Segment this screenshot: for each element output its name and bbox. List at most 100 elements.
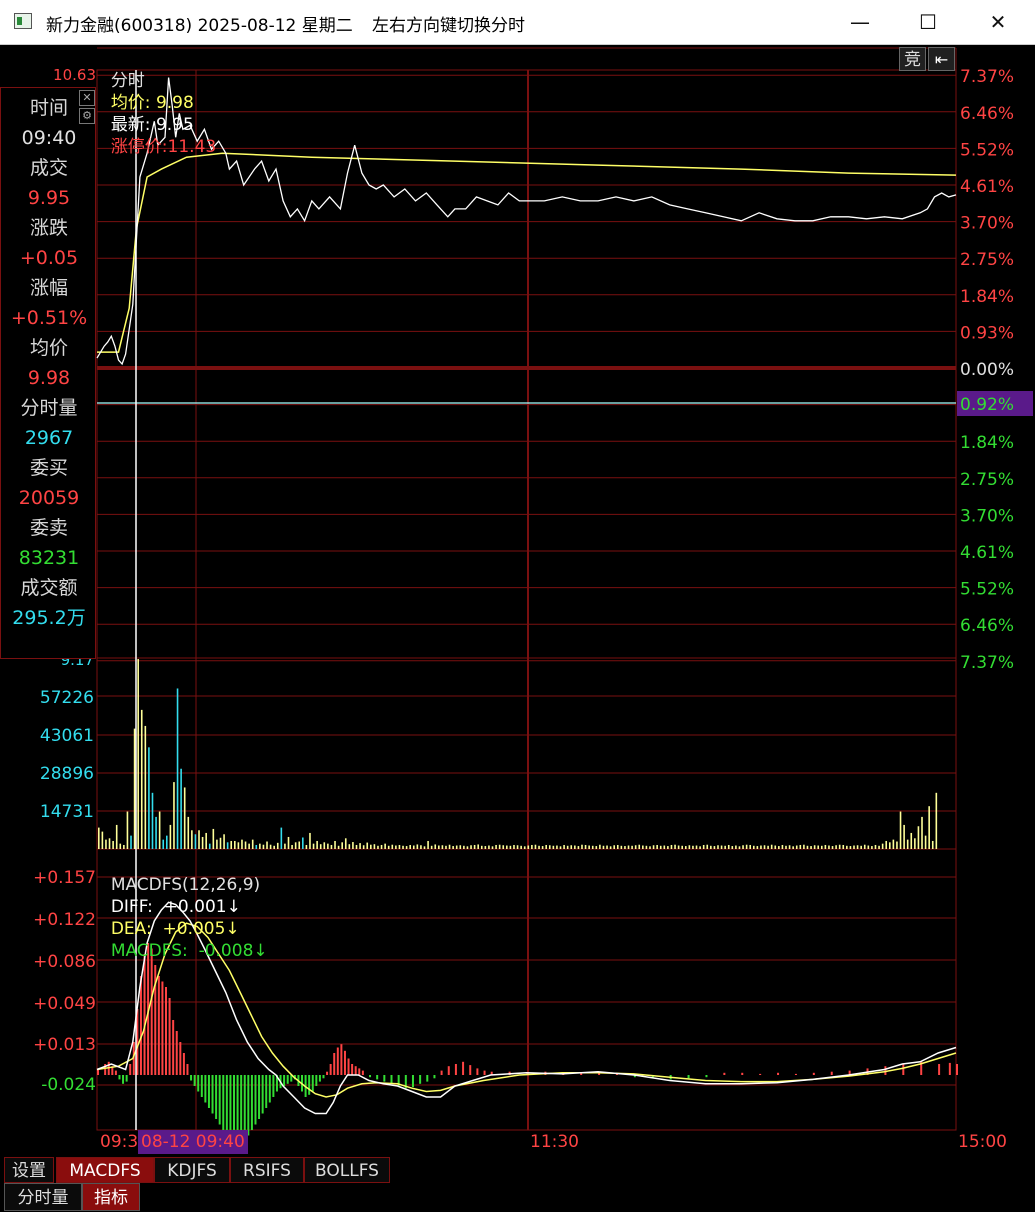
macd-hist-bar — [190, 1075, 193, 1081]
volume-bar — [720, 845, 723, 849]
macd-hist-bar — [705, 1075, 708, 1078]
volume-bar — [448, 844, 451, 849]
volume-bar — [717, 845, 719, 849]
info-value: 2967 — [24, 427, 74, 449]
price-pct-label: 0.93% — [960, 323, 1014, 343]
tab-bollfs[interactable]: BOLLFS — [304, 1157, 390, 1183]
macd-hist-bar — [329, 1064, 332, 1075]
volume-bar — [370, 844, 372, 849]
macd-hist-bar — [343, 1050, 346, 1075]
volume-bar — [659, 845, 662, 849]
info-value: 9.98 — [27, 367, 71, 389]
volume-bar — [735, 845, 737, 849]
minimize-button[interactable]: — — [830, 4, 890, 40]
volume-bar — [262, 844, 265, 849]
macd-hist-bar — [114, 1070, 117, 1075]
volume-bar — [742, 845, 744, 849]
macd-hist-bar — [168, 998, 171, 1075]
volume-bar — [273, 845, 275, 849]
tab-indicator[interactable]: 指标 — [82, 1183, 140, 1211]
volume-bar — [817, 845, 820, 849]
macd-hist-bar — [261, 1075, 264, 1114]
volume-bar — [770, 844, 773, 849]
volume-bar — [738, 846, 741, 849]
volume-bar — [137, 659, 139, 849]
volume-bar — [917, 826, 920, 849]
macd-hist-bar — [340, 1044, 343, 1075]
volume-bar — [112, 840, 114, 849]
volume-bar — [334, 840, 336, 849]
macd-hist-bar — [376, 1075, 379, 1080]
volume-bar — [609, 846, 612, 849]
macd-axis-label: +0.013 — [33, 1035, 96, 1055]
volume-bar — [763, 845, 766, 849]
info-label: 时间 — [29, 97, 68, 119]
volume-bar — [645, 845, 648, 849]
volume-bar — [577, 846, 580, 849]
macd-hist-bar — [884, 1066, 887, 1075]
volume-bar — [488, 845, 490, 849]
volume-bar — [101, 831, 104, 849]
macd-hist-bar — [440, 1070, 443, 1075]
chart-area[interactable]: 10.63 7.37% 6.46% 5.52% 4.61% 3.70% 2.75% 1.84%… — [0, 44, 1035, 1156]
volume-bar — [785, 845, 787, 849]
volume-bar — [276, 842, 279, 849]
volume-bar — [552, 845, 555, 849]
tab-volume[interactable]: 分时量 — [4, 1183, 82, 1211]
volume-axis-label: 43061 — [40, 726, 94, 746]
volume-bar — [702, 844, 705, 849]
close-button[interactable]: ✕ — [968, 4, 1028, 40]
macd-hist-bar — [336, 1047, 339, 1075]
volume-bar — [731, 846, 734, 849]
price-pct-label: 3.70% — [960, 506, 1014, 526]
tab-kdjfs[interactable]: KDJFS — [154, 1157, 230, 1183]
macd-hist-bar — [956, 1064, 958, 1075]
volume-bar — [98, 827, 100, 849]
volume-bar — [903, 824, 905, 849]
price-top-label: 10.63 — [53, 66, 96, 84]
volume-bar — [398, 844, 401, 849]
volume-bar — [756, 846, 759, 849]
maximize-button[interactable]: ☐ — [898, 4, 958, 40]
volume-bar — [477, 844, 479, 849]
tab-rsifs[interactable]: RSIFS — [230, 1157, 304, 1183]
volume-bar — [445, 845, 447, 849]
macd-hist-bar — [369, 1075, 372, 1078]
volume-bar — [745, 844, 748, 849]
volume-bar — [613, 845, 615, 849]
volume-bar — [792, 846, 794, 849]
volume-bar — [259, 843, 261, 849]
volume-bar — [405, 846, 408, 849]
volume-bar — [749, 844, 752, 849]
volume-bar — [616, 844, 619, 849]
volume-bar — [312, 843, 315, 849]
volume-bar — [323, 842, 326, 849]
tab-settings[interactable]: 设置 — [4, 1157, 54, 1183]
volume-bar — [931, 840, 934, 849]
tab-macdfs[interactable]: MACDFS — [56, 1157, 154, 1183]
volume-bar — [824, 844, 827, 849]
volume-bar — [520, 845, 522, 849]
volume-bar — [849, 846, 852, 849]
info-label: 成交额 — [20, 577, 78, 599]
volume-bar — [498, 844, 501, 849]
volume-bar — [924, 835, 927, 849]
auction-button[interactable]: 竞 — [899, 47, 926, 71]
limit-price-label: 涨停价:11.43 — [110, 137, 217, 157]
macd-hist-bar — [165, 987, 168, 1075]
volume-bar — [305, 844, 308, 849]
macd-axis-label: +0.157 — [33, 868, 96, 888]
volume-bar — [534, 844, 537, 849]
macd-hist-bar — [315, 1075, 318, 1086]
volume-bar — [874, 844, 877, 849]
macd-hist-bar — [358, 1068, 361, 1075]
volume-bar — [513, 844, 515, 849]
volume-bar — [466, 846, 469, 849]
back-to-start-icon[interactable]: ⇤ — [928, 47, 955, 71]
macd-hist-bar — [454, 1064, 457, 1075]
price-header: 分时 均价: 9.98 最新: 9.95 涨停价:11.43 — [100, 48, 216, 157]
macd-hist-bar — [318, 1075, 321, 1082]
price-pct-label: 7.37% — [960, 653, 1014, 673]
macd-hist-bar — [172, 1020, 175, 1075]
macd-hist-bar — [222, 1075, 225, 1130]
